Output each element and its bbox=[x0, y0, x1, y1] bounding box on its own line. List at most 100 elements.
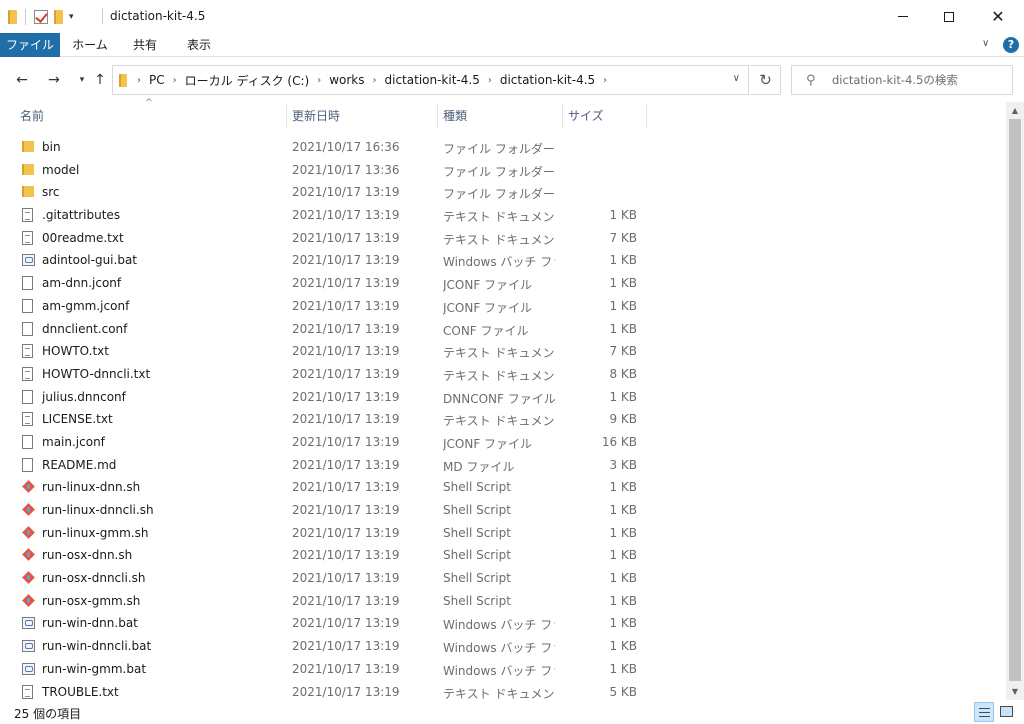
address-history-icon[interactable]: ∨ bbox=[733, 73, 740, 84]
breadcrumb-local-disk[interactable]: ローカル ディスク (C:) bbox=[181, 72, 314, 89]
column-header-size[interactable]: サイズ bbox=[568, 104, 646, 128]
file-row[interactable]: src 2021/10/17 13:19 ファイル フォルダー bbox=[0, 181, 1006, 204]
file-row[interactable]: HOWTO-dnncli.txt 2021/10/17 13:19 テキスト ドキュ… bbox=[0, 363, 1006, 386]
file-name: run-osx-dnn.sh bbox=[42, 548, 133, 563]
file-row[interactable]: run-linux-dnn.sh 2021/10/17 13:19 Shell Sc… bbox=[0, 476, 1006, 499]
file-row[interactable]: HOWTO.txt 2021/10/17 13:19 テキスト ドキュメント 7 KB bbox=[0, 340, 1006, 363]
tab-file[interactable]: ファイル bbox=[0, 33, 60, 57]
text-document-icon bbox=[22, 230, 33, 245]
file-row[interactable]: run-osx-dnn.sh 2021/10/17 13:19 Shell Scri… bbox=[0, 544, 1006, 567]
batch-file-icon bbox=[22, 254, 35, 267]
file-date-modified: 2021/10/17 13:19 bbox=[292, 503, 400, 517]
details-view-button[interactable] bbox=[974, 702, 994, 722]
scroll-up-icon[interactable]: ▲ bbox=[1006, 102, 1024, 119]
vertical-scrollbar[interactable]: ▲ ▼ bbox=[1006, 102, 1024, 700]
search-input[interactable] bbox=[832, 71, 1008, 89]
column-header-type[interactable]: 種類 bbox=[443, 104, 561, 128]
column-divider[interactable] bbox=[286, 104, 287, 128]
search-box[interactable]: ⚲ bbox=[791, 65, 1013, 95]
blank-file-icon bbox=[22, 434, 33, 449]
file-row[interactable]: run-osx-gmm.sh 2021/10/17 13:19 Shell Scri… bbox=[0, 590, 1006, 613]
file-row[interactable]: run-osx-dnncli.sh 2021/10/17 13:19 Shell S… bbox=[0, 567, 1006, 590]
file-row[interactable]: am-dnn.jconf 2021/10/17 13:19 JCONF ファイル 1 … bbox=[0, 272, 1006, 295]
file-row[interactable]: am-gmm.jconf 2021/10/17 13:19 JCONF ファイル 1 … bbox=[0, 295, 1006, 318]
chevron-right-icon[interactable]: › bbox=[484, 75, 496, 86]
file-name: LICENSE.txt bbox=[42, 412, 113, 427]
expand-ribbon-icon[interactable]: ∨ bbox=[982, 38, 989, 49]
shell-script-icon bbox=[22, 480, 35, 493]
column-divider[interactable] bbox=[437, 104, 438, 128]
file-date-modified: 2021/10/17 13:19 bbox=[292, 276, 400, 291]
file-date-modified: 2021/10/17 13:19 bbox=[292, 593, 400, 608]
file-date-modified: 2021/10/17 13:19 bbox=[292, 298, 400, 313]
file-date-modified: 2021/10/17 13:19 bbox=[292, 571, 400, 586]
help-icon[interactable]: ? bbox=[1003, 37, 1019, 53]
file-size: 9 KB bbox=[609, 412, 637, 427]
scrollbar-thumb[interactable] bbox=[1009, 119, 1021, 681]
file-row[interactable]: dnnclient.conf 2021/10/17 13:19 CONF ファイル 1… bbox=[0, 318, 1006, 341]
batch-file-icon bbox=[22, 617, 35, 630]
text-document-icon bbox=[22, 684, 33, 699]
file-size: 16 KB bbox=[601, 434, 637, 449]
file-type: ファイル フォルダー bbox=[443, 187, 555, 202]
column-divider[interactable] bbox=[562, 104, 563, 128]
tab-share[interactable]: 共有 bbox=[120, 33, 170, 57]
breadcrumb-pc[interactable]: PC bbox=[145, 73, 169, 87]
column-divider[interactable] bbox=[646, 104, 647, 128]
address-bar[interactable]: › PC › ローカル ディスク (C:) › works › dictatio… bbox=[112, 65, 749, 95]
file-row[interactable]: main.jconf 2021/10/17 13:19 JCONF ファイル 16 K… bbox=[0, 431, 1006, 454]
back-button[interactable]: ← bbox=[12, 70, 32, 90]
large-icons-view-button[interactable] bbox=[997, 702, 1017, 722]
close-button[interactable]: ✕ bbox=[972, 0, 1024, 33]
file-date-modified: 2021/10/17 13:19 bbox=[292, 366, 400, 381]
chevron-right-icon[interactable]: › bbox=[133, 75, 145, 86]
chevron-right-icon[interactable]: › bbox=[313, 75, 325, 86]
file-size: 7 KB bbox=[609, 230, 637, 245]
large-icons-view-icon bbox=[1000, 706, 1013, 717]
up-button[interactable]: ↑ bbox=[90, 70, 110, 90]
file-row[interactable]: run-win-dnn.bat 2021/10/17 13:19 Windows バ… bbox=[0, 612, 1006, 635]
file-name: run-linux-dnncli.sh bbox=[42, 503, 154, 517]
recent-locations-button[interactable]: ▾ bbox=[72, 70, 92, 90]
properties-icon[interactable] bbox=[34, 10, 48, 24]
file-row[interactable]: run-win-dnncli.bat 2021/10/17 13:19 Window… bbox=[0, 635, 1006, 658]
search-icon: ⚲ bbox=[806, 73, 816, 88]
file-type: Windows バッチ ファ... bbox=[443, 641, 555, 656]
chevron-right-icon[interactable]: › bbox=[369, 75, 381, 86]
text-document-icon bbox=[22, 366, 33, 381]
file-row[interactable]: README.md 2021/10/17 13:19 MD ファイル 3 KB bbox=[0, 454, 1006, 477]
column-header-date[interactable]: 更新日時 bbox=[292, 104, 438, 128]
scroll-down-icon[interactable]: ▼ bbox=[1006, 683, 1024, 700]
forward-button[interactable]: → bbox=[44, 70, 64, 90]
maximize-button[interactable] bbox=[926, 0, 972, 33]
breadcrumb-dictation-kit[interactable]: dictation-kit-4.5 bbox=[381, 73, 484, 87]
file-name: HOWTO-dnncli.txt bbox=[42, 366, 151, 381]
file-row[interactable]: model 2021/10/17 13:36 ファイル フォルダー bbox=[0, 159, 1006, 182]
column-header-name[interactable]: 名前 bbox=[20, 104, 286, 128]
file-row[interactable]: run-linux-gmm.sh 2021/10/17 13:19 Shell Sc… bbox=[0, 522, 1006, 545]
tab-view[interactable]: 表示 bbox=[174, 33, 224, 57]
folder-icon bbox=[22, 186, 34, 198]
chevron-right-icon[interactable]: › bbox=[599, 75, 611, 86]
file-name: adintool-gui.bat bbox=[42, 253, 138, 268]
chevron-right-icon[interactable]: › bbox=[169, 75, 181, 86]
customize-toolbar-icon[interactable]: ▾ bbox=[69, 12, 74, 22]
file-row[interactable]: run-win-gmm.bat 2021/10/17 13:19 Windows バ… bbox=[0, 658, 1006, 681]
shell-script-icon bbox=[22, 526, 35, 539]
file-row[interactable]: 00readme.txt 2021/10/17 13:19 テキスト ドキュメント 7… bbox=[0, 227, 1006, 250]
file-row[interactable]: run-linux-dnncli.sh 2021/10/17 13:19 Shell… bbox=[0, 499, 1006, 522]
toolbar-divider bbox=[25, 9, 26, 25]
folder-icon bbox=[8, 10, 17, 24]
file-row[interactable]: bin 2021/10/17 16:36 ファイル フォルダー bbox=[0, 136, 1006, 159]
file-row[interactable]: adintool-gui.bat 2021/10/17 13:19 Windows … bbox=[0, 249, 1006, 272]
minimize-button[interactable] bbox=[880, 0, 926, 33]
file-row[interactable]: .gitattributes 2021/10/17 13:19 テキスト ドキュメン… bbox=[0, 204, 1006, 227]
folder-icon bbox=[22, 163, 34, 175]
file-row[interactable]: julius.dnnconf 2021/10/17 13:19 DNNCONF ファ… bbox=[0, 386, 1006, 409]
breadcrumb-dictation-kit-current[interactable]: dictation-kit-4.5 bbox=[496, 73, 599, 87]
tab-home[interactable]: ホーム bbox=[62, 33, 118, 57]
file-row[interactable]: LICENSE.txt 2021/10/17 13:19 テキスト ドキュメント 9 … bbox=[0, 408, 1006, 431]
breadcrumb-works[interactable]: works bbox=[325, 73, 368, 87]
new-folder-icon[interactable] bbox=[54, 10, 63, 24]
refresh-button[interactable]: ↻ bbox=[751, 65, 781, 95]
